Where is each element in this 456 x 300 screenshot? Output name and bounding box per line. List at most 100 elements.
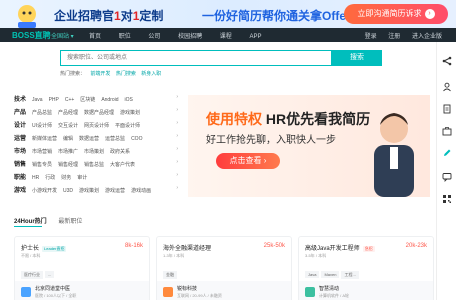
category-item[interactable]: HR: [32, 175, 39, 181]
nav-link-home[interactable]: 首页: [89, 34, 101, 40]
company-name: 锐标科技: [177, 286, 198, 292]
category-name: 游戏: [14, 188, 27, 194]
category-item[interactable]: 市场推广: [58, 149, 78, 155]
category-item[interactable]: 区块链: [80, 97, 95, 103]
job-skill-chips: 医疗行业...: [21, 263, 56, 281]
category-name: 运营: [14, 136, 27, 142]
job-card[interactable]: 海外全融渠道经理 25k-50k 1-3年 / 本科 金融 锐标科技 互联网 /…: [156, 236, 292, 300]
arrow-right-icon: ›: [424, 8, 435, 19]
job-requirements: 不限 / 本科: [21, 253, 41, 258]
category-item[interactable]: 运营总监: [105, 136, 125, 142]
category-name: 销售: [14, 162, 27, 168]
category-item[interactable]: 产品经理: [58, 110, 78, 116]
document-icon[interactable]: [442, 104, 452, 114]
job-skill-chips: Java Maven 工程...: [305, 263, 361, 281]
category-item[interactable]: 数据产品经理: [84, 110, 114, 116]
banner-cta-button[interactable]: 立即沟通简历诉求 ›: [344, 4, 448, 24]
category-item[interactable]: 小游戏开发: [32, 188, 57, 194]
tab-hot-24h[interactable]: 24Hour热门: [14, 219, 47, 225]
qrcode-icon[interactable]: [442, 194, 452, 204]
hot-search-item[interactable]: 热门搜索: [116, 71, 136, 77]
city-switcher[interactable]: 全国站 ▾: [51, 31, 74, 40]
category-item[interactable]: 政府关系: [110, 149, 130, 155]
category-item[interactable]: 交互设计: [58, 123, 78, 129]
login-link[interactable]: 登录: [365, 34, 377, 40]
job-card[interactable]: 护士长 Leader直招 8k-16k 不限 / 本科 医疗行业... 北京同道堂…: [14, 236, 150, 300]
category-item[interactable]: 市场营销: [32, 149, 52, 155]
category-item[interactable]: iOS: [125, 97, 133, 103]
nav-link-jobs[interactable]: 职位: [119, 34, 131, 40]
category-item[interactable]: 市场策划: [84, 149, 104, 155]
hot-searches: 热门搜索： 前端开发 热门搜索 新身入职: [60, 70, 161, 77]
nav-link-courses[interactable]: 课程: [220, 34, 232, 40]
promo-banner[interactable]: 使用特权 HR优先看我简历 好工作抢先聊，入职快人一步 点击查看 ›: [188, 95, 430, 197]
category-item[interactable]: 数据运营: [79, 136, 99, 142]
job-category-list: 技术 Java PHP C++ 区块链 Android iOS › 产品 产品总监 产品经理 数据产品…: [14, 94, 184, 198]
category-item[interactable]: U3D: [63, 188, 73, 194]
category-item[interactable]: 销售经理: [58, 162, 78, 168]
job-salary: 20k-23k: [405, 243, 427, 249]
company-logo: [305, 287, 315, 297]
chat-icon[interactable]: [442, 172, 452, 182]
category-item[interactable]: 大客户代表: [110, 162, 135, 168]
category-item[interactable]: 行政: [45, 175, 55, 181]
category-row[interactable]: 市场 市场营销 市场推广 市场策划 政府关系 ›: [14, 146, 184, 159]
category-item[interactable]: 销售专员: [32, 162, 52, 168]
category-item[interactable]: PHP: [49, 97, 59, 103]
user-icon[interactable]: [442, 82, 452, 92]
category-row[interactable]: 销售 销售专员 销售经理 销售总监 大客户代表 ›: [14, 159, 184, 172]
category-item[interactable]: Java: [32, 97, 43, 103]
active-tab-indicator: [14, 226, 42, 227]
category-row[interactable]: 技术 Java PHP C++ 区块链 Android iOS ›: [14, 94, 184, 107]
category-item[interactable]: 网页设计师: [84, 123, 109, 129]
category-item[interactable]: 游戏策划: [79, 188, 99, 194]
category-item[interactable]: 产品总监: [32, 110, 52, 116]
register-link[interactable]: 注册: [388, 34, 400, 40]
hot-search-item[interactable]: 前端开发: [90, 71, 110, 77]
category-row[interactable]: 游戏 小游戏开发 U3D 游戏策划 游戏运营 游戏动画 ›: [14, 185, 184, 198]
category-item[interactable]: 游戏策划: [120, 110, 140, 116]
top-ad-banner[interactable]: 企业招聘官1对1定制 一份好简历帮你通关拿Offer 立即沟通简历诉求 ›: [0, 0, 456, 28]
category-item[interactable]: 编辑: [63, 136, 73, 142]
category-item[interactable]: Android: [101, 97, 118, 103]
site-logo[interactable]: BOSS直聘: [12, 30, 51, 41]
search-input[interactable]: [60, 50, 332, 66]
category-row[interactable]: 运营 新媒体运营 编辑 数据运营 运营总监 COO ›: [14, 133, 184, 146]
promo-view-button[interactable]: 点击查看 ›: [216, 153, 280, 169]
company-info[interactable]: 北京同道堂中医 医院 / 100人以下 / 全职: [15, 281, 149, 300]
nav-link-app[interactable]: APP: [249, 34, 261, 40]
category-item[interactable]: 财务: [61, 175, 71, 181]
enterprise-link[interactable]: 进入企业版: [412, 34, 442, 40]
category-item[interactable]: 平面设计师: [115, 123, 140, 129]
category-item[interactable]: COO: [131, 136, 142, 142]
top-navbar: BOSS直聘 全国站 ▾ 首页 职位 公司 校园招聘 课程 APP 登录 注册 …: [0, 28, 456, 42]
category-item[interactable]: 游戏动画: [131, 188, 151, 194]
company-info[interactable]: 锐标科技 互联网 / 20-99人 / 未融资: [157, 281, 291, 300]
category-row[interactable]: 产品 产品总监 产品经理 数据产品经理 游戏策划 ›: [14, 107, 184, 120]
briefcase-icon[interactable]: [442, 126, 452, 136]
category-row[interactable]: 职能 HR 行政 财务 审计 ›: [14, 172, 184, 185]
category-item[interactable]: C++: [65, 97, 74, 103]
job-skill-chip: Maven: [321, 271, 340, 278]
chevron-right-icon: ›: [176, 120, 178, 126]
category-item[interactable]: 新媒体运营: [32, 136, 57, 142]
category-row[interactable]: 设计 UI设计师 交互设计 网页设计师 平面设计师 ›: [14, 120, 184, 133]
search-button[interactable]: 搜索: [332, 50, 382, 66]
category-name: 市场: [14, 149, 27, 155]
hot-search-item[interactable]: 新身入职: [141, 71, 161, 77]
company-info[interactable]: 智慧清动 计算机软件 / A轮: [299, 281, 433, 300]
category-item[interactable]: UI设计师: [32, 123, 52, 129]
company-logo: [163, 287, 173, 297]
category-item[interactable]: 销售总监: [84, 162, 104, 168]
job-card[interactable]: 高级Java开发工程师 急招 20k-23k 3-5年 / 本科 Java Mave…: [298, 236, 434, 300]
job-salary: 8k-16k: [124, 243, 143, 249]
nav-link-companies[interactable]: 公司: [148, 34, 160, 40]
nav-link-campus[interactable]: 校园招聘: [178, 34, 202, 40]
category-name: 职能: [14, 175, 27, 181]
edit-icon[interactable]: [442, 148, 452, 158]
category-item[interactable]: 游戏运营: [105, 188, 125, 194]
tab-latest[interactable]: 最新职位: [58, 219, 82, 225]
share-icon[interactable]: [442, 56, 452, 66]
category-item[interactable]: 审计: [77, 175, 87, 181]
chevron-right-icon: ›: [176, 133, 178, 139]
